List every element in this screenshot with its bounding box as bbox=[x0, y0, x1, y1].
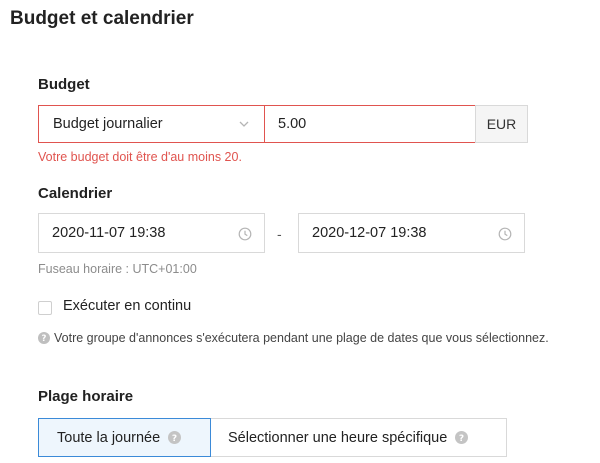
dayparting-option-label: Sélectionner une heure spécifique bbox=[228, 429, 448, 446]
page-title: Budget et calendrier bbox=[10, 8, 194, 29]
end-date-picker[interactable]: 2020-12-07 19:38 bbox=[298, 213, 525, 253]
timezone-note: Fuseau horaire : UTC+01:00 bbox=[38, 262, 197, 276]
budget-type-value: Budget journalier bbox=[53, 116, 163, 132]
budget-amount-value: 5.00 bbox=[278, 116, 307, 132]
dayparting-option-specific-time[interactable]: Sélectionner une heure spécifique ? bbox=[210, 418, 507, 457]
schedule-info-note: ? Votre groupe d'annonces s'exécutera pe… bbox=[38, 331, 549, 345]
date-range-separator: - bbox=[277, 226, 282, 242]
budget-error-message: Votre budget doit être d'au moins 20. bbox=[38, 150, 242, 164]
currency-addon: EUR bbox=[475, 105, 528, 143]
run-continuously-label[interactable]: Exécuter en continu bbox=[63, 298, 191, 314]
question-circle-icon: ? bbox=[455, 431, 469, 444]
budget-section-label: Budget bbox=[38, 76, 90, 93]
clock-icon bbox=[238, 227, 252, 241]
schedule-section-label: Calendrier bbox=[38, 185, 113, 202]
dayparting-section-label: Plage horaire bbox=[38, 388, 134, 405]
question-circle-icon: ? bbox=[168, 431, 182, 444]
start-date-value: 2020-11-07 19:38 bbox=[52, 225, 166, 241]
budget-amount-input[interactable]: 5.00 bbox=[264, 105, 476, 143]
end-date-value: 2020-12-07 19:38 bbox=[312, 225, 427, 241]
dayparting-option-label: Toute la journée bbox=[57, 429, 161, 446]
chevron-down-icon bbox=[239, 121, 249, 127]
svg-text:?: ? bbox=[42, 334, 47, 344]
svg-text:?: ? bbox=[172, 434, 177, 444]
currency-label: EUR bbox=[486, 116, 517, 132]
clock-icon bbox=[498, 227, 512, 241]
run-continuously-checkbox[interactable] bbox=[38, 301, 52, 315]
question-circle-icon: ? bbox=[38, 332, 50, 344]
start-date-picker[interactable]: 2020-11-07 19:38 bbox=[38, 213, 265, 253]
svg-text:?: ? bbox=[459, 434, 464, 444]
budget-type-select[interactable]: Budget journalier bbox=[38, 105, 265, 143]
schedule-info-text: Votre groupe d'annonces s'exécutera pend… bbox=[54, 331, 549, 345]
dayparting-option-all-day[interactable]: Toute la journée ? bbox=[38, 418, 211, 457]
